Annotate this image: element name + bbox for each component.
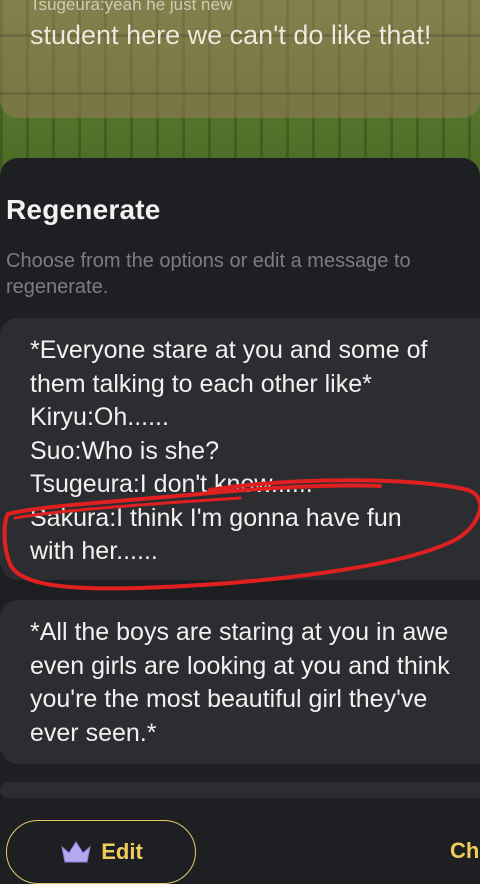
edit-button-label: Edit (101, 839, 143, 864)
option-line: Tsugeura:I don't know...... (30, 470, 313, 498)
option-line: *Everyone stare at you and some of (30, 336, 428, 364)
option-line: *All the boys are staring at you in awe (30, 618, 449, 646)
option-line: you're the most beautiful girl they've (30, 685, 428, 713)
option-line: with her...... (30, 537, 158, 565)
chat-background: Tsugeura:yeah he just new student here w… (0, 0, 480, 180)
option-line: Sakura:I think I'm gonna have fun (30, 503, 402, 532)
regenerate-option-2[interactable]: *All the boys are staring at you in awe … (0, 600, 480, 764)
chat-message-text: student here we can't do like that! (30, 20, 432, 50)
choose-button[interactable]: Ch (450, 838, 479, 864)
crown-icon (61, 841, 91, 863)
chat-message-bubble: Tsugeura:yeah he just new student here w… (0, 0, 480, 118)
sheet-title: Regenerate (6, 194, 161, 225)
option-line: ever seen.* (30, 718, 157, 747)
option-line: Kiryu:Oh...... (30, 403, 169, 431)
sheet-subtitle: Choose from the options or edit a messag… (6, 250, 411, 298)
regenerate-option-3[interactable] (0, 782, 480, 798)
option-line: Suo:Who is she? (30, 436, 219, 465)
regenerate-sheet: Regenerate Choose from the options or ed… (0, 158, 480, 878)
chat-message-cut-line: Tsugeura:yeah he just new (30, 0, 233, 14)
option-line: them talking to each other like* (30, 369, 372, 398)
regenerate-option-1[interactable]: *Everyone stare at you and some of them … (0, 318, 480, 580)
option-line: even girls are looking at you and think (30, 651, 450, 680)
edit-button[interactable]: Edit (6, 820, 196, 884)
